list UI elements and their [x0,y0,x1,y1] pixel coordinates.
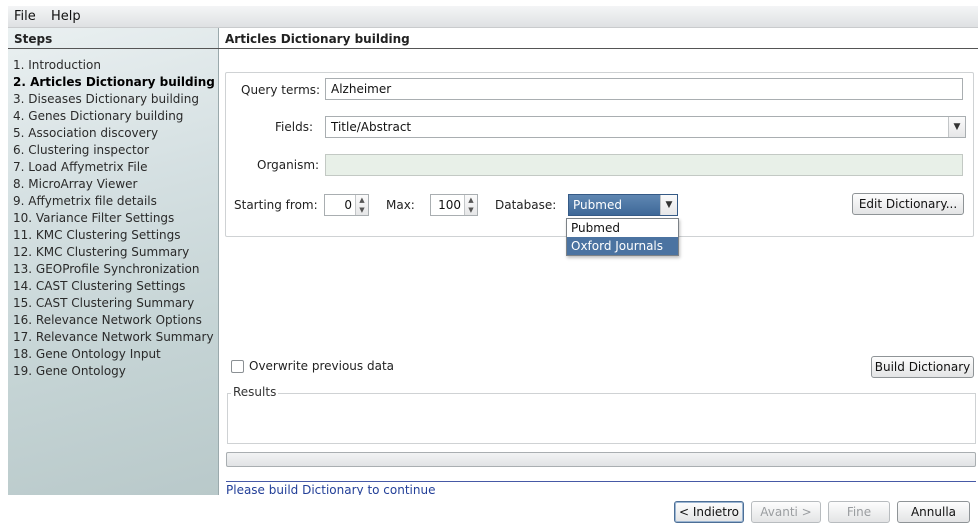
spinner-arrows-icon[interactable]: ▲ ▼ [464,195,477,215]
step-item: 1. Introduction [13,58,101,72]
max-spinner[interactable]: 100 ▲ ▼ [430,194,478,216]
starting-from-spinner[interactable]: 0 ▲ ▼ [324,194,369,216]
step-item: 9. Affymetrix file details [13,194,157,208]
results-label: Results [231,385,279,399]
steps-divider [8,48,219,49]
page-title: Articles Dictionary building [225,32,410,46]
database-value: Pubmed [573,198,622,212]
edit-dictionary-button[interactable]: Edit Dictionary... [852,193,964,215]
progress-bar [226,452,976,467]
overwrite-label: Overwrite previous data [249,359,394,373]
wizard-footer: < Indietro Avanti > Fine Annulla [8,495,978,525]
step-item: 14. CAST Clustering Settings [13,279,186,293]
status-divider [226,481,976,482]
step-item: 5. Association discovery [13,126,159,140]
step-item: 12. KMC Clustering Summary [13,245,190,259]
step-item: 13. GEOProfile Synchronization [13,262,200,276]
organism-input[interactable] [325,154,963,176]
database-select[interactable]: Pubmed ▼ [568,194,678,216]
steps-title: Steps [14,32,53,46]
chevron-down-icon: ▼ [660,195,677,215]
cancel-button[interactable]: Annulla [897,501,970,523]
menu-bar: File Help [8,6,978,28]
step-item: 11. KMC Clustering Settings [13,228,181,242]
wizard-content: Articles Dictionary building Query terms… [219,28,978,497]
step-item: 16. Relevance Network Options [13,313,202,327]
fields-select[interactable]: Title/Abstract ▼ [325,116,966,138]
organism-label: Organism: [257,158,320,172]
step-item: 19. Gene Ontology [13,364,126,378]
fields-value: Title/Abstract [331,120,412,134]
database-option-oxford-journals[interactable]: Oxford Journals [567,237,678,255]
step-item: 18. Gene Ontology Input [13,347,161,361]
next-button[interactable]: Avanti > [751,501,821,523]
max-value: 100 [438,198,461,212]
database-option-pubmed[interactable]: Pubmed [567,219,678,237]
back-button[interactable]: < Indietro [674,501,744,523]
step-item: 6. Clustering inspector [13,143,149,157]
step-item: 7. Load Affymetrix File [13,160,148,174]
results-group: Results [227,385,976,444]
step-item: 17. Relevance Network Summary [13,330,214,344]
starting-from-value: 0 [344,198,352,212]
overwrite-checkbox[interactable] [231,360,244,373]
title-divider [219,48,978,49]
spinner-arrows-icon[interactable]: ▲ ▼ [355,195,368,215]
step-item: 8. MicroArray Viewer [13,177,138,191]
database-dropdown: Pubmed Oxford Journals [566,218,679,256]
max-label: Max: [386,198,415,212]
steps-sidebar: Steps 1. Introduction 2. Articles Diction… [8,28,219,495]
steps-list: 1. Introduction 2. Articles Dictionary bu… [13,57,215,380]
finish-button[interactable]: Fine [828,501,890,523]
query-terms-input[interactable]: Alzheimer [325,78,963,100]
menu-file[interactable]: File [14,9,36,24]
step-item: 3. Diseases Dictionary building [13,92,199,106]
chevron-down-icon: ▼ [948,117,965,137]
database-label: Database: [495,198,557,212]
starting-from-label: Starting from: [234,198,318,212]
step-item: 4. Genes Dictionary building [13,109,184,123]
menu-help[interactable]: Help [51,9,81,24]
fields-label: Fields: [275,120,313,134]
build-dictionary-button[interactable]: Build Dictionary [871,356,974,378]
query-terms-label: Query terms: [241,83,321,97]
step-item: 2. Articles Dictionary building [13,75,215,89]
step-item: 10. Variance Filter Settings [13,211,175,225]
step-item: 15. CAST Clustering Summary [13,296,195,310]
